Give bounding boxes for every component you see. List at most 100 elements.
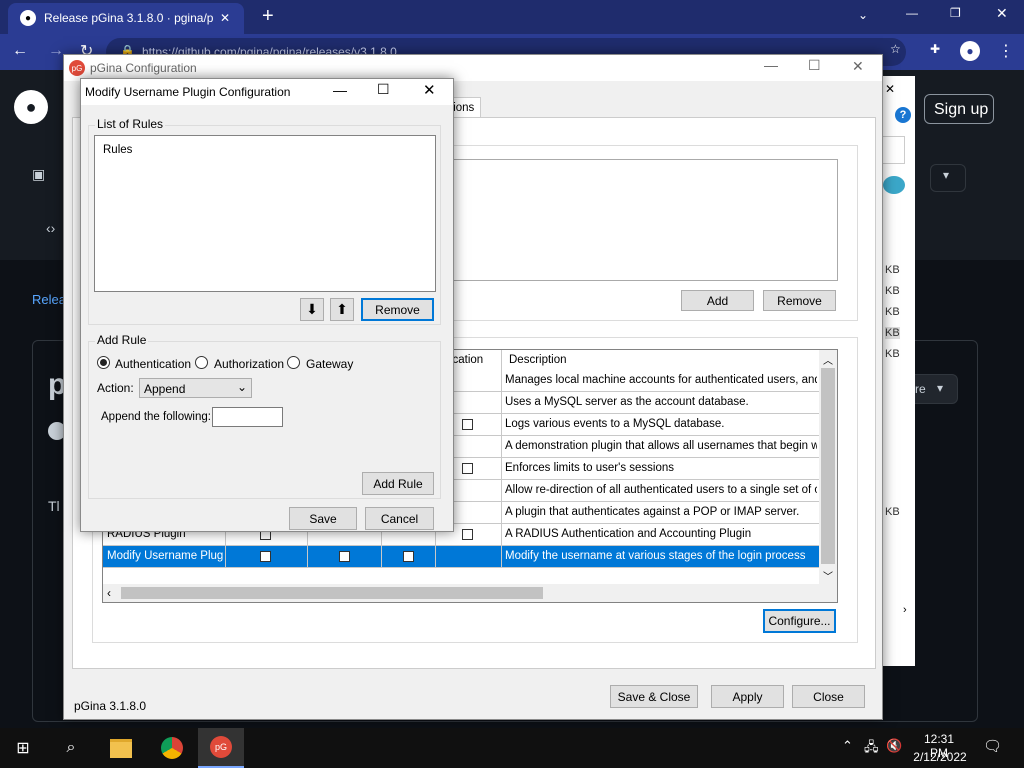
pgina-taskbar-icon: pG (210, 736, 232, 758)
size-kb-4: KB (885, 327, 900, 339)
sign-up-button[interactable]: Sign up (924, 94, 994, 124)
plugin-checkbox[interactable] (462, 529, 473, 540)
add-rule-button[interactable]: Add Rule (362, 472, 434, 495)
close-button[interactable]: Close (792, 685, 865, 708)
vertical-scroll-thumb[interactable] (821, 368, 835, 564)
pgina-app-icon: pG (69, 60, 85, 76)
taskbar-file-explorer[interactable] (98, 728, 144, 768)
extensions-icon[interactable]: ✚ (930, 42, 940, 56)
main-maximize-icon[interactable]: ☐ (808, 57, 821, 74)
plugin-checkbox[interactable] (339, 551, 350, 562)
dialog-cancel-button[interactable]: Cancel (365, 507, 434, 530)
remove-button[interactable]: Remove (763, 290, 836, 311)
scroll-up-icon[interactable]: ︿ (823, 352, 833, 367)
authorization-radio[interactable] (195, 356, 208, 369)
bg-close-icon[interactable]: ✕ (885, 82, 895, 96)
authentication-radio[interactable] (97, 356, 110, 369)
gateway-radio-label: Gateway (306, 357, 354, 371)
notifications-icon[interactable]: 🗨 (983, 737, 1002, 755)
list-of-rules-label: List of Rules (95, 117, 166, 131)
arrow-down-icon: ⬇ (306, 301, 318, 317)
move-down-button[interactable]: ⬇ (300, 298, 324, 321)
tab-search-icon[interactable]: ⌄ (858, 8, 868, 22)
chrome-menu-icon[interactable]: ⋮ (998, 41, 1014, 61)
move-up-button[interactable]: ⬆ (330, 298, 354, 321)
volume-muted-icon[interactable]: 🔇 (886, 738, 902, 754)
browser-tab-title: Release pGina 3.1.8.0 · pgina/pgi (44, 11, 214, 25)
plugin-description: Allow re-direction of all authenticated … (505, 484, 817, 496)
add-button[interactable]: Add (681, 290, 754, 311)
plugin-description: A demonstration plugin that allows all u… (505, 440, 817, 452)
append-input[interactable] (212, 407, 283, 427)
size-kb-2: KB (885, 285, 900, 297)
size-kb-6: KB (885, 506, 900, 518)
dialog-title-bar: Modify Username Plugin Configuration — ☐… (81, 79, 453, 105)
dialog-minimize-icon[interactable]: — (333, 82, 347, 98)
size-kb-3: KB (885, 306, 900, 318)
main-window-title: pGina Configuration (90, 61, 197, 75)
browser-tab[interactable]: ● Release pGina 3.1.8.0 · pgina/pgi ✕ (8, 3, 244, 34)
arrow-up-icon: ⬆ (336, 301, 348, 317)
minimize-icon[interactable]: — (906, 6, 918, 20)
main-close-icon[interactable]: ✕ (852, 58, 864, 75)
new-tab-icon[interactable]: + (262, 5, 274, 28)
plugin-description: A RADIUS Authentication and Accounting P… (505, 528, 752, 540)
release-body-fragment: Tl (48, 498, 60, 514)
horizontal-scrollbar[interactable]: ‹ (103, 584, 837, 602)
configure-button[interactable]: Configure... (763, 609, 836, 633)
search-button[interactable]: ⌕ (48, 728, 94, 768)
apply-button[interactable]: Apply (711, 685, 784, 708)
action-select[interactable]: Append ⌄ (139, 378, 252, 398)
rules-list[interactable]: Rules (94, 135, 436, 292)
close-window-icon[interactable]: ✕ (996, 5, 1008, 22)
main-minimize-icon[interactable]: — (764, 57, 778, 73)
windows-logo-icon: ⊞ (16, 740, 30, 757)
dialog-close-icon[interactable]: ✕ (423, 81, 436, 99)
back-icon[interactable]: ← (12, 42, 28, 60)
repo-dropdown[interactable]: ▾ (930, 164, 966, 192)
folder-icon (110, 738, 132, 758)
plugin-description: Modify the username at various stages of… (505, 550, 806, 562)
github-favicon-icon: ● (20, 10, 36, 26)
github-logo-icon[interactable]: ● (14, 90, 48, 124)
tray-chevron-icon[interactable]: ⌃ (842, 738, 853, 754)
repo-icon: ▣ (32, 166, 46, 182)
clock-date[interactable]: 2/12/2022 (912, 750, 968, 764)
profile-avatar-icon[interactable]: ● (960, 41, 980, 61)
table-row[interactable]: Modify Username Plugin Modify the usernam… (103, 546, 819, 568)
size-kb-1: KB (885, 264, 900, 276)
plugin-description: Manages local machine accounts for authe… (505, 374, 817, 386)
bookmark-star-icon[interactable]: ☆ (890, 42, 901, 56)
scroll-left-icon[interactable]: ‹ (107, 586, 111, 600)
caret-down-icon: ▾ (937, 381, 944, 395)
vertical-scrollbar[interactable]: ︿ ﹀ (819, 350, 837, 586)
scroll-down-icon[interactable]: ﹀ (823, 568, 833, 583)
bg-app-icon (883, 176, 905, 194)
rules-remove-button[interactable]: Remove (361, 298, 434, 321)
plugin-checkbox[interactable] (462, 463, 473, 474)
chevron-down-icon: ▾ (943, 168, 950, 182)
taskbar-pgina[interactable]: pG (198, 728, 244, 768)
plugin-checkbox[interactable] (462, 419, 473, 430)
releases-link[interactable]: Relea (32, 292, 66, 307)
plugin-checkbox[interactable] (260, 551, 271, 562)
horizontal-scroll-thumb[interactable] (121, 587, 543, 599)
plugin-checkbox[interactable] (403, 551, 414, 562)
save-close-button[interactable]: Save & Close (610, 685, 698, 708)
top-list[interactable] (450, 159, 838, 281)
network-icon[interactable]: 🖧 (864, 738, 879, 760)
tab-close-icon[interactable]: ✕ (220, 11, 230, 25)
scroll-right-icon[interactable]: › (903, 604, 907, 616)
append-label: Append the following: (101, 411, 211, 423)
help-icon[interactable]: ? (895, 107, 911, 123)
size-kb-5: KB (885, 348, 900, 360)
dialog-save-button[interactable]: Save (289, 507, 357, 530)
dialog-maximize-icon[interactable]: ☐ (377, 81, 390, 98)
taskbar-chrome[interactable] (149, 728, 195, 768)
column-header-description[interactable]: Description (509, 354, 567, 366)
dialog-title: Modify Username Plugin Configuration (85, 85, 291, 99)
restore-icon[interactable]: ❐ (950, 6, 961, 20)
gateway-radio[interactable] (287, 356, 300, 369)
start-button[interactable]: ⊞ (0, 728, 46, 768)
forward-icon[interactable]: → (48, 42, 64, 60)
